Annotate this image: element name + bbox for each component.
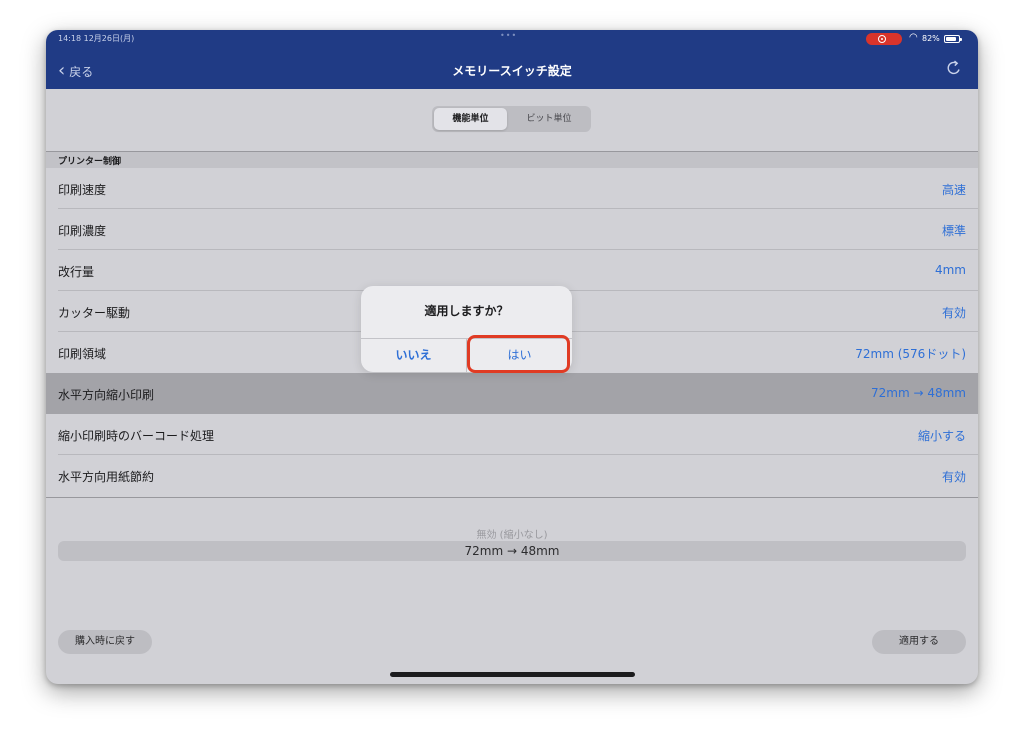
- segment-bit-unit[interactable]: ビット単位: [510, 108, 588, 130]
- row-value: 4mm: [934, 263, 966, 277]
- row-label: 印刷濃度: [58, 224, 107, 238]
- view-mode-segmented-control: 機能単位 ビット単位: [432, 106, 591, 132]
- row-label: 水平方向用紙節約: [58, 470, 155, 484]
- row-line-feed[interactable]: 改行量 4mm: [46, 250, 978, 291]
- row-label: 印刷速度: [58, 183, 107, 197]
- status-time: 14:18 12月26日(月): [58, 34, 135, 43]
- record-icon: [878, 35, 886, 43]
- row-horizontal-reduction[interactable]: 水平方向縮小印刷 72mm → 48mm: [46, 373, 978, 414]
- row-print-speed[interactable]: 印刷速度 高速: [46, 168, 978, 209]
- list-bottom-divider: [46, 497, 978, 498]
- row-label: カッター駆動: [58, 306, 131, 320]
- section-title: プリンター制御: [58, 157, 122, 167]
- wifi-icon: ◠: [909, 32, 918, 43]
- row-label: 印刷領域: [58, 347, 107, 361]
- row-label: 改行量: [58, 265, 95, 279]
- annotation-highlight-box: [467, 335, 570, 373]
- row-value: 縮小する: [917, 429, 966, 443]
- page-title: メモリースイッチ設定: [452, 64, 572, 78]
- row-label: 水平方向縮小印刷: [58, 388, 155, 402]
- picker-option[interactable]: 無効 (縮小なし): [46, 526, 978, 541]
- row-paper-saving[interactable]: 水平方向用紙節約 有効: [46, 455, 978, 496]
- battery-percentage: 82%: [922, 34, 940, 43]
- refresh-icon[interactable]: [944, 58, 964, 78]
- row-value: 有効: [941, 306, 966, 320]
- dialog-no-button[interactable]: いいえ: [361, 339, 466, 372]
- row-value: 高速: [941, 183, 966, 197]
- navigation-bar: 14:18 12月26日(月) ••• ◠ 82% ‹ 戻る メモリースイッチ設…: [46, 30, 978, 89]
- picker-selected-option[interactable]: 72mm → 48mm: [58, 541, 966, 561]
- row-value: 72mm → 48mm: [871, 386, 966, 400]
- row-value: 有効: [941, 470, 966, 484]
- row-value: 標準: [941, 224, 966, 238]
- home-indicator[interactable]: [390, 672, 635, 677]
- row-label: 縮小印刷時のバーコード処理: [58, 429, 215, 443]
- battery-icon: [944, 35, 962, 43]
- section-header: プリンター制御: [46, 151, 978, 168]
- screen-recording-indicator[interactable]: [866, 33, 902, 45]
- reset-to-default-button[interactable]: 購入時に戻す: [58, 630, 152, 654]
- dialog-title: 適用しますか？: [424, 304, 509, 318]
- row-value: 72mm (576ドット): [855, 347, 966, 361]
- apply-button[interactable]: 適用する: [872, 630, 966, 654]
- segment-function-unit[interactable]: 機能単位: [434, 108, 507, 130]
- multitasking-dots[interactable]: •••: [500, 31, 517, 40]
- row-barcode-reduction[interactable]: 縮小印刷時のバーコード処理 縮小する: [46, 414, 978, 455]
- row-print-density[interactable]: 印刷濃度 標準: [46, 209, 978, 250]
